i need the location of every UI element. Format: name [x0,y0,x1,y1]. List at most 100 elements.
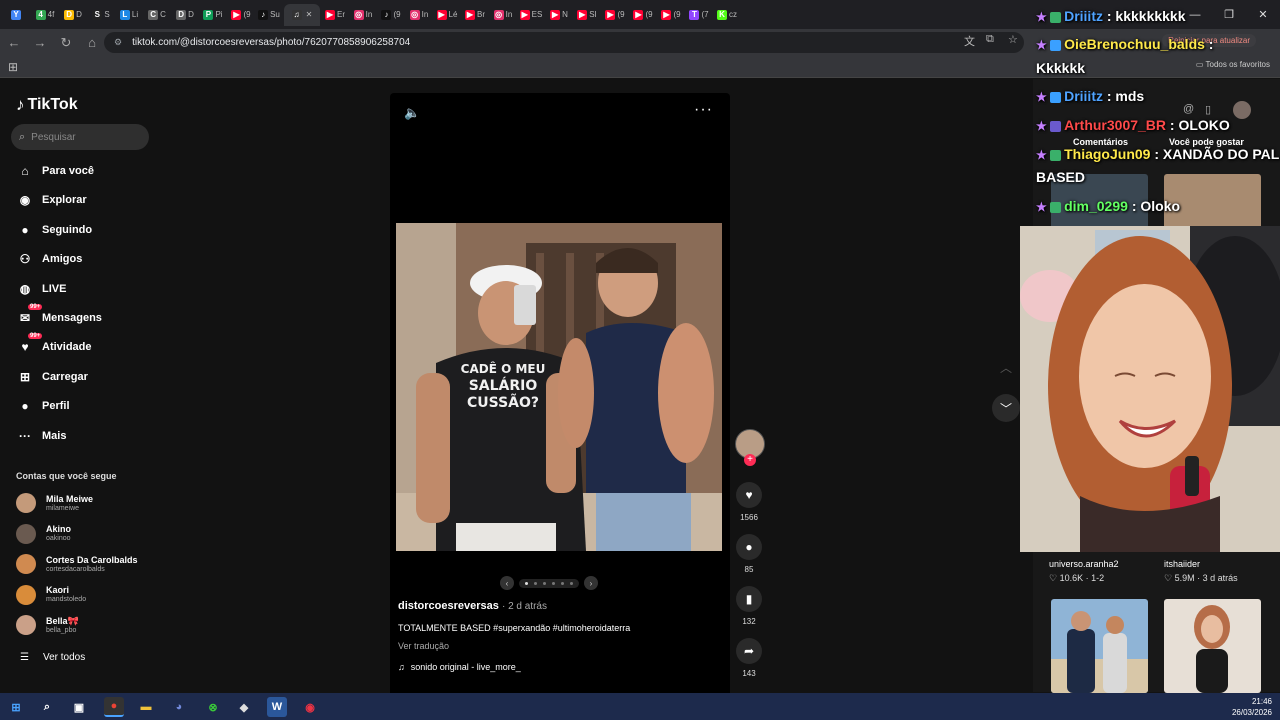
see-all-link[interactable]: ☰ Ver todos [20,652,85,663]
back-icon[interactable]: ← [2,31,26,55]
nav-item[interactable]: ⊞ Carregar [16,368,88,386]
share-action[interactable]: ➦ 143 [733,638,765,678]
rec-title-2[interactable]: itshaiider [1164,559,1200,569]
carousel-dot[interactable] [552,581,555,585]
browser-tab[interactable]: ▶ SI [574,4,600,26]
task-view-icon[interactable]: ▣ [69,697,89,717]
at-icon[interactable]: @ [1183,103,1194,115]
more-options-icon[interactable]: ··· [694,101,713,119]
save-action[interactable]: ▮ 132 [733,586,765,626]
all-favorites[interactable]: ▭ Todos os favoritos [1196,60,1270,69]
browser-tab[interactable]: SS [88,4,114,26]
word-icon[interactable]: W [267,697,287,717]
bookmark-star-icon[interactable]: ☆ [1008,33,1018,46]
browser-tab[interactable]: ♪ (9 [378,4,404,26]
tab-favicon-icon: ▶ [577,9,588,20]
xbox-icon[interactable]: ⊗ [203,697,223,717]
maximize-button[interactable]: ❐ [1212,0,1246,29]
obs-icon[interactable]: ◉ [300,697,320,717]
browser-tab[interactable]: ▶ Lé [434,4,460,26]
phone-icon[interactable]: ▯ [1205,103,1211,116]
shield-app-icon[interactable]: ◆ [234,697,254,717]
followed-account[interactable]: Cortes Da Carolbalds cortesdacarolbalds [16,554,138,575]
nav-item[interactable]: ♥ 99+ Atividade [16,333,92,356]
author-name[interactable]: distorcoesreversas [398,600,499,612]
apps-grid-icon[interactable]: ⊞ [8,60,18,74]
windows-start-icon[interactable]: ⊞ [6,697,26,717]
nav-item[interactable]: ◍ LIVE [16,280,67,298]
search-input[interactable]: ⌕ Pesquisar [11,124,149,150]
home-browser-icon[interactable]: ⌂ [80,31,104,55]
browser-tab[interactable]: ◎ In [490,4,516,26]
followed-account[interactable]: Akino oakinoo [16,523,71,544]
see-translation-link[interactable]: Ver tradução [398,641,449,651]
browser-tab[interactable]: 4 4f [32,4,58,26]
previous-post-icon[interactable]: ︿ [992,353,1020,381]
browser-tab[interactable]: L Li [116,4,142,26]
browser-tab[interactable]: ▶ (9 [602,4,628,26]
address-bar[interactable]: ⚙ tiktok.com/@distorcoesreversas/photo/7… [104,32,1024,53]
nav-item[interactable]: ● Perfil [16,397,69,415]
browser-tab[interactable]: Y [4,4,30,26]
translate-icon[interactable]: 文 [964,33,975,49]
heart-icon: ♥ [736,482,762,508]
browser-tab[interactable]: ▶ (9 [630,4,656,26]
nav-item[interactable]: ◉ Explorar [16,191,87,209]
tiktok-logo[interactable]: ♪ TikTok [16,95,78,115]
browser-tab[interactable]: DD [60,4,86,26]
tiktok-note-icon: ♪ [16,95,25,114]
browser-tab[interactable]: ◎ In [350,4,376,26]
nav-item[interactable]: ✉ 99+ Mensagens [16,304,102,327]
browser-tab[interactable]: ▶ Br [462,4,488,26]
nav-item[interactable]: ··· Mais [16,427,66,445]
install-app-icon[interactable]: ⧉ [986,33,994,46]
carousel-dot[interactable] [525,581,528,585]
followed-account[interactable]: Mila Meiwe milameiwe [16,493,93,513]
reload-icon[interactable]: ↻ [54,31,78,55]
close-tab-icon[interactable]: ✕ [306,10,313,19]
search-taskbar-icon[interactable]: ⌕ [37,697,57,717]
follow-plus-icon[interactable]: + [744,454,756,466]
browser-tab[interactable]: ▶ ES [518,4,544,26]
browser-tab[interactable]: ▶ N [546,4,572,26]
nav-item[interactable]: ⚇ Amigos [16,250,83,268]
clock[interactable]: 21:46 26/03/2026 [1232,696,1272,718]
browser-tab[interactable]: P Pi [200,4,226,26]
site-info-icon[interactable]: ⚙ [114,37,122,48]
browser-tab[interactable]: DD [172,4,198,26]
carousel-dot[interactable] [543,581,546,585]
comment-action[interactable]: ● 85 [733,534,765,574]
rec-title-1[interactable]: universo.aranha2 [1049,559,1119,569]
chrome-icon[interactable]: ● [104,697,124,717]
sound-link[interactable]: ♫ sonido original - live_more_ [398,662,521,672]
followed-account[interactable]: Kaori mandstoledo [16,584,86,605]
prev-photo-icon[interactable]: ‹ [500,576,514,590]
nav-item[interactable]: ⌂ Para você [16,162,94,180]
browser-tab[interactable]: Kcz [714,4,740,26]
next-post-icon[interactable]: ﹀ [992,394,1020,422]
discord-icon[interactable]: ◕ [169,697,189,717]
carousel-dot[interactable] [534,581,537,585]
volume-icon[interactable]: 🔈 [404,105,420,121]
nav-item[interactable]: ● Seguindo [16,221,92,239]
browser-tab[interactable]: ▶ (9 [228,4,254,26]
carousel-dot[interactable] [570,581,573,585]
user-avatar[interactable] [1233,101,1251,119]
close-window-button[interactable]: ✕ [1246,0,1280,29]
file-explorer-icon[interactable]: ▬ [136,697,156,717]
browser-tab[interactable]: CC [144,4,170,26]
browser-tab[interactable]: ◎ In [406,4,432,26]
carousel-dot[interactable] [561,581,564,585]
browser-tab[interactable]: ▶ Er [322,4,348,26]
rec-thumb-3[interactable] [1051,599,1148,693]
browser-tab[interactable]: T (7 [686,4,712,26]
forward-icon[interactable]: → [28,31,52,55]
next-photo-icon[interactable]: › [584,576,598,590]
post-photo[interactable]: CADÊ O MEU SALÁRIO CUSSÃO? [396,223,722,551]
like-action[interactable]: ♥ 1566 [733,482,765,522]
rec-thumb-4[interactable] [1164,599,1261,693]
browser-tab[interactable]: ▶ (9 [658,4,684,26]
browser-tab[interactable]: ♪ Su [256,4,282,26]
followed-account[interactable]: Bella🎀 bella_pbo [16,615,79,636]
browser-tab[interactable]: ♫ ✕ [284,3,320,26]
